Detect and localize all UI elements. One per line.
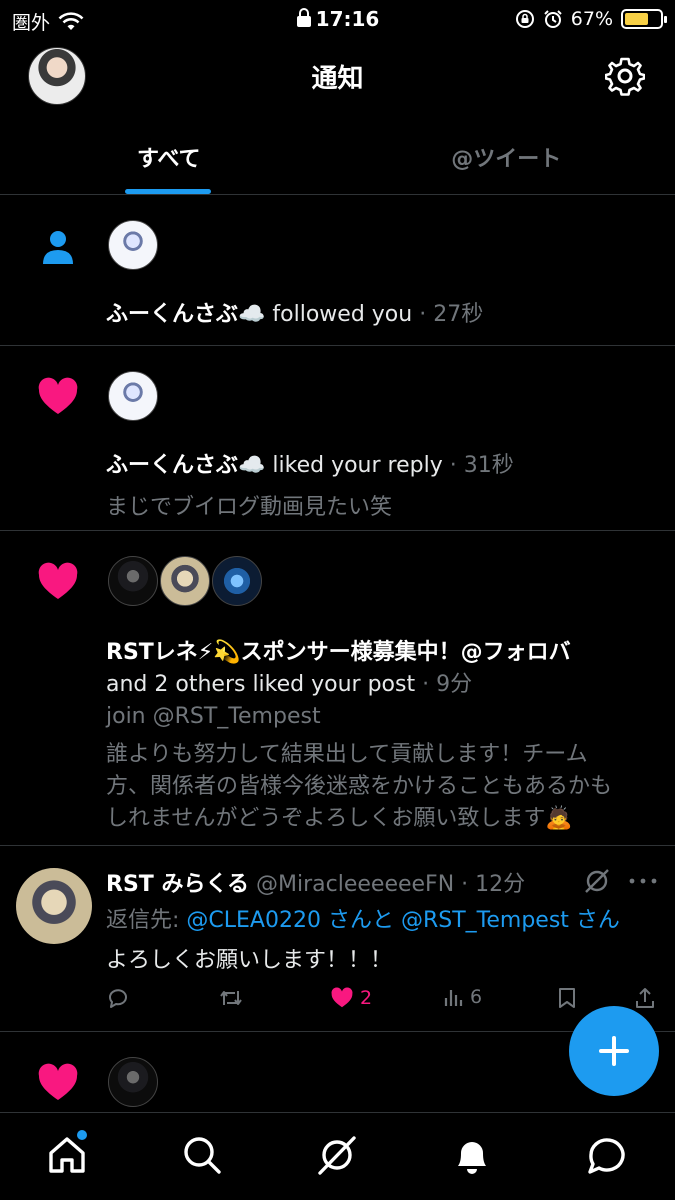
retweet-button[interactable]	[218, 986, 244, 1010]
display-name[interactable]: RST みらくる	[106, 872, 249, 897]
avatar[interactable]	[108, 1057, 158, 1107]
tweet-actions: 2 6	[106, 986, 666, 1016]
heart-icon	[331, 987, 353, 1008]
heart-icon	[38, 1063, 78, 1100]
notification-text: and 2 others liked your post · 9分	[106, 672, 473, 697]
heart-icon	[38, 377, 78, 414]
user-name[interactable]: RSTレネ⚡💫スポンサー様募集中！@フォロバ	[106, 634, 571, 666]
unread-dot	[77, 1130, 87, 1140]
page-title: 通知	[311, 64, 364, 94]
avatar[interactable]	[108, 220, 158, 270]
app-header: 通知	[0, 40, 675, 115]
bookmark-icon	[559, 988, 575, 1008]
timestamp: 12分	[475, 872, 526, 897]
post-preview-line: 方、関係者の皆様今後迷惑をかけることもあるかも	[106, 774, 613, 799]
tweet-header: RST みらくる @MiracleeeeeeFN · 12分	[106, 872, 526, 897]
reply-tweet[interactable]: RST みらくる @MiracleeeeeeFN · 12分 返信先: @CLE…	[0, 846, 675, 1032]
reply-button[interactable]	[106, 986, 130, 1010]
avatar[interactable]	[160, 556, 210, 606]
analytics-icon	[444, 990, 463, 1006]
share-button[interactable]	[634, 986, 656, 1010]
views-button[interactable]: 6	[442, 986, 482, 1008]
notification-like-reply[interactable]: ふーくんさぶ☁️ liked your reply · 31秒 まじでブイログ動…	[0, 347, 675, 531]
alarm-icon	[544, 10, 562, 28]
notification-tabs: すべて @ツイート	[0, 125, 675, 195]
retweet-icon	[220, 991, 242, 1005]
bell-icon[interactable]	[450, 1133, 494, 1177]
gear-icon[interactable]	[605, 56, 645, 96]
mention-link[interactable]: @RST_Tempest	[401, 908, 569, 933]
person-icon	[43, 231, 73, 264]
like-count: 2	[360, 987, 373, 1009]
view-count: 6	[470, 986, 483, 1008]
timestamp: 31秒	[463, 453, 514, 478]
mention-link[interactable]: @CLEA0220	[186, 908, 321, 933]
reply-to-line: 返信先: @CLEA0220 さんと @RST_Tempest さん	[106, 908, 620, 933]
notification-like-post[interactable]: RSTレネ⚡💫スポンサー様募集中！@フォロバ and 2 others like…	[0, 532, 675, 846]
avatar[interactable]	[212, 556, 262, 606]
user-handle[interactable]: @MiracleeeeeeFN	[256, 872, 454, 897]
spaces-icon[interactable]	[582, 866, 612, 896]
tweet-text: よろしくお願いします！！！	[106, 948, 393, 973]
status-bar: 圏外 17:16 67%	[0, 0, 675, 40]
notification-follow[interactable]: ふーくんさぶ☁️ followed you · 27秒	[0, 196, 675, 346]
notification-text: ふーくんさぶ☁️ followed you · 27秒	[106, 302, 484, 327]
avatar[interactable]	[108, 371, 158, 421]
compose-button[interactable]	[569, 1006, 659, 1096]
avatar[interactable]	[16, 868, 92, 944]
post-preview-line: 誰よりも努力して結果出して貢献します！チーム	[106, 742, 588, 767]
post-preview-line: join @RST_Tempest	[106, 704, 321, 729]
battery-icon	[621, 9, 667, 29]
timestamp: 27秒	[433, 302, 484, 327]
avatar[interactable]	[108, 556, 158, 606]
lock-icon	[296, 8, 311, 27]
timestamp: 9分	[436, 672, 473, 697]
bottom-navigation	[0, 1112, 675, 1200]
chat-icon[interactable]	[585, 1133, 629, 1177]
reply-icon	[109, 989, 127, 1008]
like-button[interactable]: 2	[330, 986, 372, 1010]
search-icon[interactable]	[180, 1133, 224, 1177]
spaces-icon[interactable]	[315, 1133, 359, 1177]
heart-icon	[38, 562, 78, 599]
post-preview-line: しれませんがどうぞよろしくお願い致します🙇	[106, 806, 573, 831]
post-preview: まじでブイログ動画見たい笑	[106, 495, 393, 520]
share-icon	[636, 988, 654, 1008]
user-name[interactable]: ふーくんさぶ☁️	[106, 302, 265, 327]
rotation-lock-icon	[515, 10, 534, 28]
notification-text: ふーくんさぶ☁️ liked your reply · 31秒	[106, 453, 514, 478]
tab-mentions[interactable]: @ツイート	[338, 125, 675, 194]
battery-percent: 67%	[570, 8, 613, 30]
bookmark-button[interactable]	[556, 986, 578, 1010]
more-icon[interactable]	[628, 876, 658, 886]
user-name[interactable]: ふーくんさぶ☁️	[106, 453, 265, 478]
tab-all[interactable]: すべて	[0, 125, 338, 194]
